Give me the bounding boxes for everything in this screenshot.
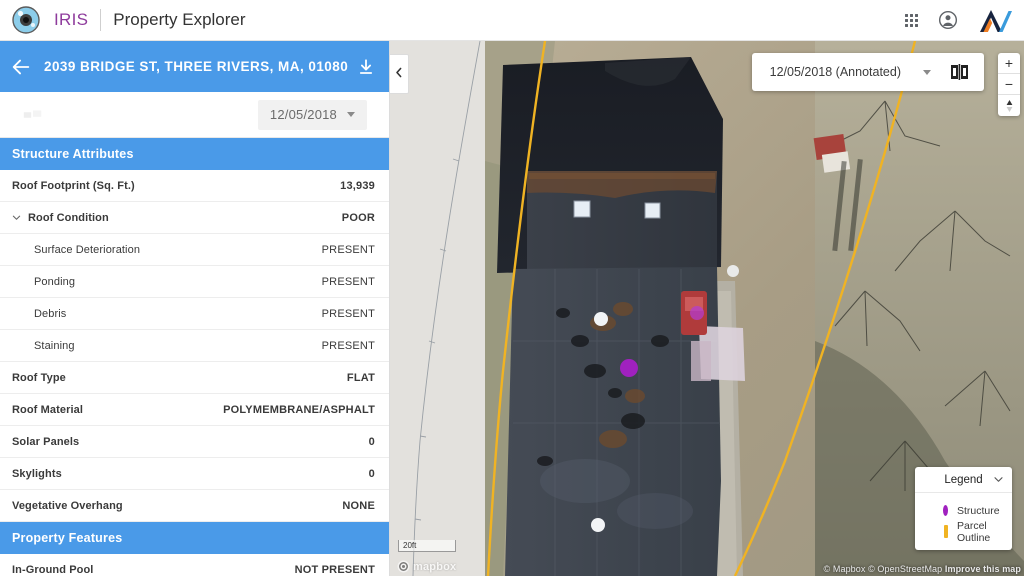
row-label: In-Ground Pool	[12, 563, 94, 576]
legend-item-parcel-outline: Parcel Outline	[915, 519, 1012, 544]
table-row[interactable]: Staining PRESENT	[0, 330, 389, 362]
aerial-map[interactable]: 12/05/2018 (Annotated) + − Legend Struct…	[390, 41, 1024, 576]
row-label: Roof Type	[12, 371, 66, 384]
row-value: PRESENT	[321, 307, 375, 320]
download-icon[interactable]	[357, 58, 375, 76]
table-row[interactable]: Roof Type FLAT	[0, 362, 389, 394]
table-row[interactable]: Surface Deterioration PRESENT	[0, 234, 389, 266]
legend-item-structure: Structure	[915, 500, 1012, 521]
row-value: PRESENT	[321, 243, 375, 256]
address-header: 2039 BRIDGE ST, THREE RIVERS, MA, 01080	[0, 41, 389, 92]
row-value: NOT PRESENT	[294, 563, 375, 576]
section-header-property-features[interactable]: Property Features	[0, 522, 389, 554]
table-row[interactable]: Skylights 0	[0, 458, 389, 490]
brand-name: IRIS	[54, 10, 89, 29]
row-label: Roof Material	[12, 403, 83, 416]
attribution-text: © Mapbox © OpenStreetMap	[823, 564, 945, 574]
legend-title: Legend	[944, 473, 983, 486]
compare-slider-icon[interactable]	[22, 108, 44, 122]
property-explorer-app: IRIS Property Explorer 2039 BRIDGE ST, T…	[0, 0, 1024, 576]
row-value: 0	[368, 467, 375, 480]
legend-item-label: Parcel Outline	[957, 519, 991, 544]
split-compare-icon[interactable]	[945, 64, 984, 80]
property-details-panel: 2039 BRIDGE ST, THREE RIVERS, MA, 01080 …	[0, 41, 390, 576]
page-title: Property Explorer	[113, 10, 246, 29]
table-row[interactable]: Roof Material POLYMEMBRANE/ASPHALT	[0, 394, 389, 426]
row-value: POOR	[341, 211, 375, 224]
back-arrow-icon[interactable]	[10, 56, 32, 78]
grid-apps-icon[interactable]	[905, 13, 918, 27]
row-label: Solar Panels	[12, 435, 80, 448]
iris-eye-icon	[10, 4, 42, 36]
table-row[interactable]: Ponding PRESENT	[0, 266, 389, 298]
table-row[interactable]: In-Ground Pool NOT PRESENT	[0, 554, 389, 576]
table-row-roof-condition[interactable]: Roof Condition POOR	[0, 202, 389, 234]
table-row[interactable]: Debris PRESENT	[0, 298, 389, 330]
chevron-left-icon	[395, 65, 403, 83]
panel-date-dropdown[interactable]: 12/05/2018	[257, 99, 367, 130]
top-bar-actions	[905, 7, 1024, 33]
property-address: 2039 BRIDGE ST, THREE RIVERS, MA, 01080	[44, 59, 349, 74]
row-label: Ponding	[34, 275, 76, 288]
structure-marker	[620, 359, 638, 377]
map-date-value: 12/05/2018 (Annotated)	[769, 65, 901, 79]
row-value: FLAT	[346, 371, 375, 384]
map-scale-bar: 20ft	[398, 540, 456, 552]
compass-reset-icon[interactable]	[998, 95, 1020, 116]
chevron-down-icon	[994, 474, 1003, 486]
row-value: PRESENT	[321, 339, 375, 352]
table-row[interactable]: Roof Footprint (Sq. Ft.) 13,939	[0, 170, 389, 202]
parcel-outline-swatch-icon	[934, 525, 948, 538]
map-date-dropdown[interactable]: 12/05/2018 (Annotated)	[752, 53, 945, 91]
legend-items: Structure Parcel Outline	[915, 493, 1012, 550]
legend-header[interactable]: Legend	[915, 467, 1012, 493]
table-row[interactable]: Vegetative Overhang NONE	[0, 490, 389, 522]
mapbox-label: mapbox	[413, 560, 457, 573]
top-navigation-bar: IRIS Property Explorer	[0, 0, 1024, 41]
row-value: 13,939	[340, 179, 375, 192]
chevron-down-icon	[923, 69, 931, 75]
map-attribution: © Mapbox © OpenStreetMap Improve this ma…	[824, 564, 1021, 574]
row-value: NONE	[342, 499, 375, 512]
structure-attributes-rows: Roof Footprint (Sq. Ft.) 13,939 Roof Con…	[0, 170, 389, 522]
property-features-rows: In-Ground Pool NOT PRESENT	[0, 554, 389, 576]
account-circle-icon[interactable]	[938, 10, 958, 30]
zoom-out-button[interactable]: −	[998, 74, 1020, 95]
map-toolbar: 12/05/2018 (Annotated)	[751, 53, 984, 91]
row-label: Roof Footprint (Sq. Ft.)	[12, 179, 135, 192]
brand-divider	[100, 9, 102, 31]
row-value: PRESENT	[321, 275, 375, 288]
structure-swatch-icon	[934, 505, 948, 516]
table-row[interactable]: Solar Panels 0	[0, 426, 389, 458]
row-label: Roof Condition	[28, 211, 109, 224]
row-label: Skylights	[12, 467, 62, 480]
mapbox-logo[interactable]: mapbox	[397, 560, 456, 573]
improve-this-map-link[interactable]: Improve this map	[945, 564, 1021, 574]
row-label: Surface Deterioration	[34, 243, 141, 256]
cape-analytics-logo-icon[interactable]	[978, 7, 1012, 33]
row-value: 0	[368, 435, 375, 448]
section-header-structure-attributes[interactable]: Structure Attributes	[0, 138, 389, 170]
chevron-down-icon	[12, 213, 21, 222]
panel-collapse-toggle[interactable]	[390, 54, 409, 94]
map-legend: Legend Structure Parcel Outline	[915, 467, 1012, 550]
legend-item-label: Structure	[957, 504, 1000, 517]
row-value: POLYMEMBRANE/ASPHALT	[223, 403, 375, 416]
map-road-line	[412, 41, 481, 576]
brand: IRIS Property Explorer	[0, 4, 246, 36]
map-zoom-controls: + −	[998, 53, 1020, 116]
zoom-in-button[interactable]: +	[998, 53, 1020, 74]
row-label: Vegetative Overhang	[12, 499, 123, 512]
panel-toolbar: 12/05/2018	[0, 92, 389, 138]
panel-date-value: 12/05/2018	[269, 107, 337, 122]
row-label: Debris	[34, 307, 67, 320]
row-label: Staining	[34, 339, 75, 352]
chevron-down-icon	[347, 112, 355, 117]
